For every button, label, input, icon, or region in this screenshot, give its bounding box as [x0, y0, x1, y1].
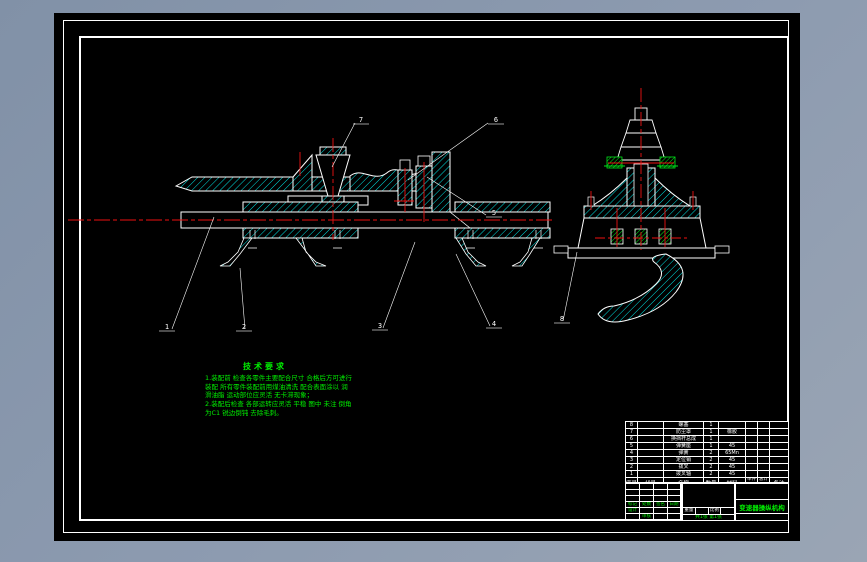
- table-row: 4 弹簧 2 65Mn: [626, 450, 788, 457]
- callout-6: 6: [494, 116, 498, 124]
- technical-notes: 技术要求 1.装配前 检查各零件主要配合尺寸 合格后方可进行 装配 所有零件装配…: [205, 361, 373, 418]
- table-row: 1 拨叉轴 2 45: [626, 471, 788, 478]
- callout-3: 3: [378, 322, 382, 330]
- drawing-number-cell: [736, 484, 788, 500]
- notes-title: 技术要求: [243, 362, 287, 371]
- callout-2: 2: [242, 323, 246, 331]
- table-row: 7 防尘罩 1 橡胶: [626, 429, 788, 436]
- table-row: 3 定位销 2 45: [626, 457, 788, 464]
- table-row: 5 弹簧座 1 45: [626, 443, 788, 450]
- titleblock-right: 变速器操纵机构: [735, 483, 789, 521]
- callout-4: 4: [492, 320, 496, 328]
- sheet-count: 共1张 第1张: [695, 515, 722, 520]
- shift-fork: [597, 253, 684, 323]
- notes-line: 1.装配前 检查各零件主要配合尺寸 合格后方可进行: [205, 374, 352, 382]
- table-row: 8 螺塞 1: [626, 422, 788, 429]
- callout-5: 5: [492, 209, 496, 217]
- parts-list-table: 8 螺塞 1 7 防尘罩 1 橡胶 6 换挡杆总成 1 5 弹簧座 1 45 4 弹簧 2 65Mn 3定…: [625, 421, 789, 488]
- signature-table: 标记 处数 签名 日期 设计 审核: [625, 483, 682, 521]
- notes-line: 为C1 锐边倒钝 去除毛刺。: [205, 408, 283, 417]
- callout-7: 7: [359, 116, 363, 124]
- stage-mark-cell: [683, 484, 734, 508]
- side-view: [553, 88, 730, 323]
- cad-viewport: 1 2 3 4 5 6 7 8 技术要求 1.装配前 检查各零件主要配合尺寸 合…: [0, 0, 867, 562]
- front-section-view: [68, 138, 552, 267]
- drawing-title: 变速器操纵机构: [736, 500, 788, 514]
- notes-line: 2.装配后检查 各部运转应灵活 平稳 图中 未注 倒角: [205, 400, 352, 409]
- notes-line: 滑油脂 运动部位应灵活 无卡滞现象；: [205, 391, 314, 400]
- callout-1: 1: [165, 323, 169, 331]
- titleblock-middle: 重量 比例 共1张 第1张: [682, 483, 735, 521]
- table-row: 6 换挡杆总成 1: [626, 436, 788, 443]
- table-row: 2 拨叉 2 45: [626, 464, 788, 471]
- callout-8: 8: [560, 315, 564, 323]
